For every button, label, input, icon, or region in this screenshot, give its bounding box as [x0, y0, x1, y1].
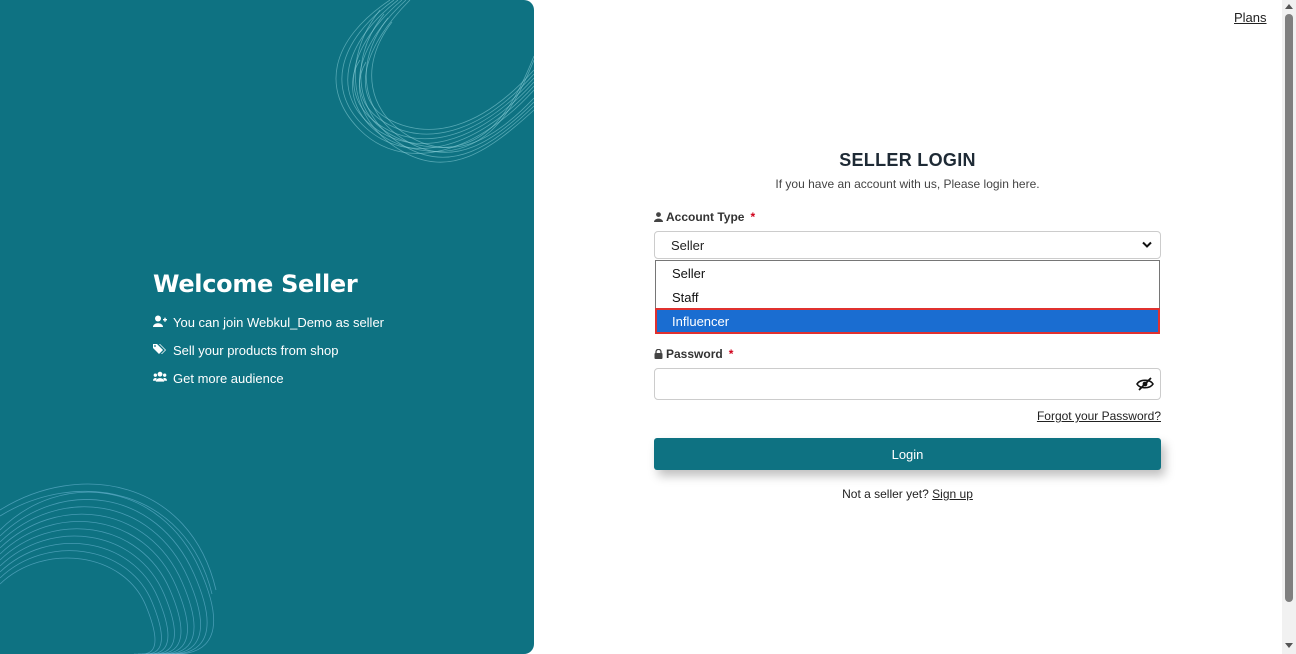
- welcome-block: Welcome Seller You can join Webkul_Demo …: [153, 270, 384, 392]
- signup-link[interactable]: Sign up: [932, 487, 973, 501]
- welcome-panel: Welcome Seller You can join Webkul_Demo …: [0, 0, 534, 654]
- password-label: Password *: [654, 347, 733, 361]
- required-mark: *: [750, 210, 756, 224]
- page-subtitle: If you have an account with us, Please l…: [775, 177, 1040, 191]
- feature-text: Get more audience: [173, 370, 284, 386]
- scroll-down-arrow-icon[interactable]: [1285, 643, 1293, 648]
- tags-icon: [153, 343, 167, 357]
- password-label-text: Password: [666, 347, 723, 361]
- feature-item: Sell your products from shop: [153, 336, 384, 364]
- welcome-heading: Welcome Seller: [153, 270, 358, 298]
- users-icon: [153, 371, 167, 385]
- lock-icon: [654, 349, 663, 359]
- account-type-label: Account Type *: [654, 210, 755, 224]
- scroll-up-arrow-icon[interactable]: [1285, 4, 1293, 9]
- scroll-thumb[interactable]: [1285, 14, 1293, 602]
- plans-link[interactable]: Plans: [1234, 10, 1267, 25]
- user-icon: [654, 212, 663, 222]
- page-title: SELLER LOGIN: [839, 150, 976, 170]
- account-type-options: Seller Staff Influencer: [655, 260, 1160, 334]
- wave-decoration-bottom: [0, 483, 217, 654]
- required-mark: *: [728, 347, 734, 361]
- eye-slash-icon[interactable]: [1136, 377, 1154, 391]
- user-plus-icon: [153, 315, 167, 329]
- feature-text: Sell your products from shop: [173, 342, 339, 358]
- account-type-select[interactable]: Seller: [654, 231, 1161, 259]
- vertical-scrollbar[interactable]: [1282, 0, 1296, 654]
- feature-item: You can join Webkul_Demo as seller: [153, 308, 384, 336]
- login-button[interactable]: Login: [654, 438, 1161, 470]
- option-seller[interactable]: Seller: [656, 261, 1159, 285]
- option-staff[interactable]: Staff: [656, 285, 1159, 309]
- signup-prompt: Not a seller yet? Sign up: [654, 487, 1161, 501]
- account-type-label-text: Account Type: [666, 210, 745, 224]
- not-seller-text: Not a seller yet?: [842, 487, 929, 501]
- feature-text: You can join Webkul_Demo as seller: [173, 314, 385, 330]
- password-field[interactable]: [654, 368, 1161, 400]
- option-influencer[interactable]: Influencer: [655, 308, 1160, 334]
- forgot-password-link[interactable]: Forgot your Password?: [1037, 409, 1161, 423]
- wave-decoration-top: [335, 0, 534, 163]
- chevron-down-icon: [1142, 241, 1152, 248]
- account-type-value: Seller: [671, 237, 705, 253]
- feature-item: Get more audience: [153, 364, 384, 392]
- seller-login-form: SELLER LOGIN If you have an account with…: [654, 150, 1161, 501]
